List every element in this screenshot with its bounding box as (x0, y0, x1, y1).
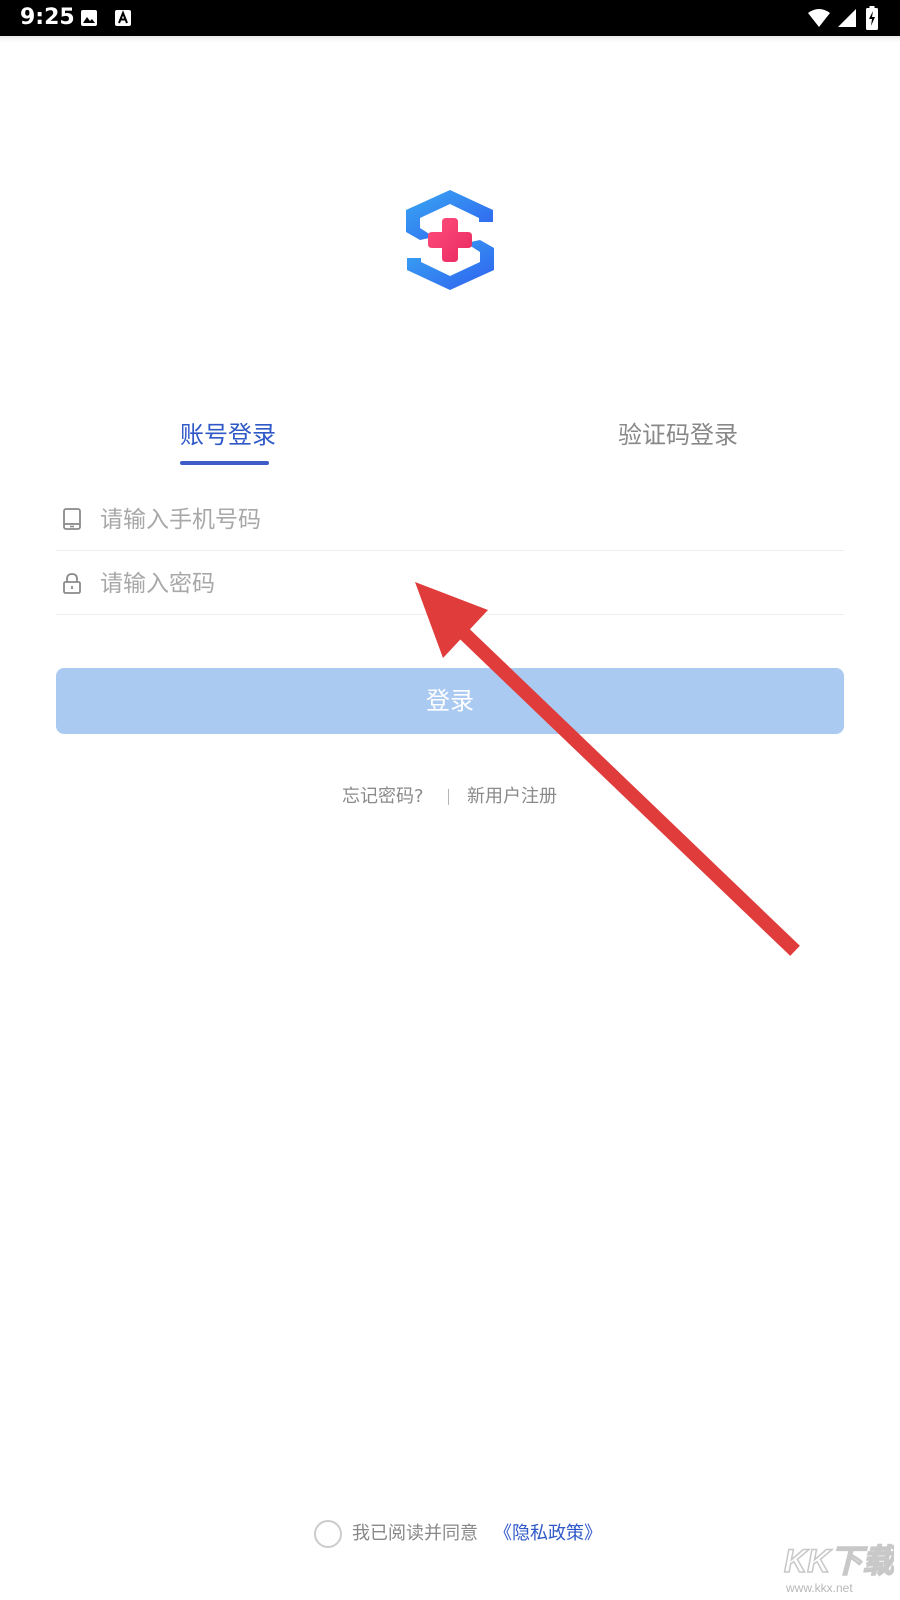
svg-text:www.kkx.net: www.kkx.net (785, 1581, 853, 1595)
medical-cross-logo-icon (406, 190, 494, 290)
signal-icon (838, 9, 856, 27)
active-tab-indicator (180, 461, 269, 465)
a-icon (115, 10, 131, 26)
status-bar: 9:25 (0, 0, 900, 36)
lock-icon (63, 573, 81, 594)
login-screen: 9:25 账号登录 验证码登录 请输入手机号码 登录 忘记密码? 新用户注册 我… (0, 0, 900, 1600)
svg-text:KK下载: KK下载 (784, 1543, 894, 1579)
wifi-icon (808, 9, 830, 27)
image-icon (81, 10, 97, 26)
agree-checkbox[interactable] (314, 1520, 342, 1548)
status-time: 9:25 (20, 5, 75, 30)
tab-account-login[interactable]: 账号登录 (180, 418, 276, 452)
phone-icon (63, 508, 81, 530)
red-arrow-annotation-icon (415, 582, 800, 956)
phone-input[interactable] (100, 500, 830, 540)
kkx-watermark-logo: KK下载 www.kkx.net (783, 1542, 894, 1595)
phone-input-row (56, 490, 844, 551)
tab-code-login[interactable]: 验证码登录 (618, 418, 738, 452)
agree-text: 我已阅读并同意 (352, 1523, 478, 1544)
battery-charging-icon (866, 6, 878, 30)
status-bar-shadow (0, 36, 900, 42)
privacy-policy-link[interactable]: 《隐私政策》 (494, 1518, 602, 1550)
